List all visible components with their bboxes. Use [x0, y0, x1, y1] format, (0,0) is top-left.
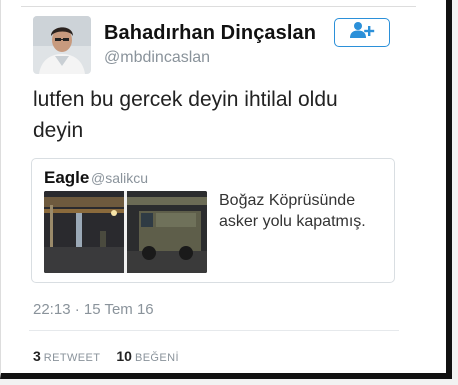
author-handle[interactable]: @mbdincaslan [104, 49, 210, 67]
add-user-icon [349, 21, 375, 44]
tweet-stats: 3 RETWEET 10 BEĞENİ [33, 348, 195, 364]
author-name[interactable]: Bahadırhan Dinçaslan [104, 22, 316, 45]
retweet-label[interactable]: RETWEET [44, 352, 101, 364]
quoted-text: Boğaz Köprüsünde asker yolu kapatmış. [219, 192, 366, 230]
stats-divider [29, 330, 399, 331]
quoted-tweet[interactable]: Eagle @salikcu Boğaz Köprüsünde asker yo… [31, 158, 395, 283]
retweet-count[interactable]: 3 [33, 348, 41, 364]
avatar[interactable] [33, 16, 91, 74]
quoted-author-name[interactable]: Eagle [44, 168, 89, 188]
tweet-text: lutfen bu gercek deyin ihtilal oldu deyi… [33, 88, 338, 142]
top-divider [21, 6, 416, 7]
quoted-author-handle[interactable]: @salikcu [91, 170, 148, 186]
like-count[interactable]: 10 [116, 348, 132, 364]
tweet-card: Bahadırhan Dinçaslan @mbdincaslan lutfen… [0, 0, 452, 379]
follow-button[interactable] [334, 18, 390, 47]
quoted-media-image[interactable] [44, 191, 207, 273]
like-label[interactable]: BEĞENİ [135, 352, 179, 364]
tweet-timestamp[interactable]: 22:13 · 15 Tem 16 [33, 301, 154, 318]
